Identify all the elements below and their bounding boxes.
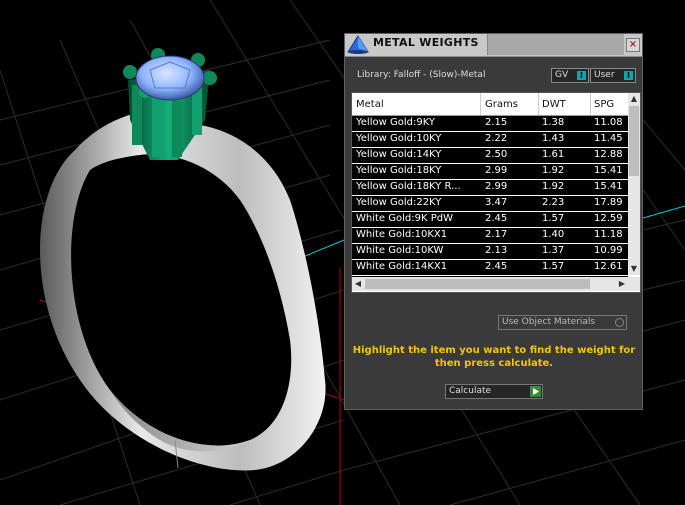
cell-spg: 17.89 [594,197,623,208]
arrow-right-icon[interactable]: ▶ [616,277,628,291]
titlebar-drag-area[interactable] [487,34,624,55]
cell-dwt: 1.57 [542,213,565,224]
table-body: Yellow Gold:9KY 2.15 1.38 11.08 Yellow Gold:… [352,116,628,292]
cell-spg: 12.88 [594,149,623,160]
cyan-axis-right [642,205,685,219]
instruction-text: Highlight the item you want to find the … [352,345,636,369]
user-toggle[interactable]: User I [590,68,636,83]
cell-metal: Yellow Gold:18KY R... [356,181,461,192]
table-row[interactable]: Yellow Gold:9KY 2.15 1.38 11.08 [352,116,628,131]
column-header-grams[interactable]: Grams [485,99,518,110]
use-object-materials-toggle[interactable]: Use Object Materials [498,315,627,330]
column-header-dwt[interactable]: DWT [542,99,566,110]
calculate-label: Calculate [449,386,492,396]
ring-band [40,110,326,471]
cell-spg: 11.18 [594,229,623,240]
panel-titlebar[interactable]: METAL WEIGHTS × [345,34,642,57]
cell-spg: 12.59 [594,213,623,224]
cell-dwt: 2.23 [542,197,565,208]
gv-label: GV [555,70,569,80]
gv-indicator-icon: I [577,71,586,80]
cell-grams: 2.15 [485,117,508,128]
pyramid-icon [347,35,369,54]
cell-metal: Yellow Gold:10KY [356,133,442,144]
table-row[interactable]: White Gold:14KX1 2.45 1.57 12.61 [352,260,628,275]
cell-dwt: 1.43 [542,133,565,144]
cell-dwt: 1.61 [542,149,565,160]
table-row[interactable]: Yellow Gold:10KY 2.22 1.43 11.45 [352,132,628,147]
cell-spg: 12.61 [594,261,623,272]
vertical-scroll-thumb[interactable] [629,106,639,176]
use-object-materials-label: Use Object Materials [502,317,596,327]
close-button[interactable]: × [626,38,640,52]
user-label: User [594,70,615,80]
arrow-up-icon[interactable]: ▲ [628,93,640,105]
cell-grams: 2.45 [485,261,508,272]
cell-dwt: 1.37 [542,245,565,256]
cell-metal: Yellow Gold:14KY [356,149,442,160]
cell-grams: 2.99 [485,181,508,192]
cell-metal: White Gold:10KW [356,245,444,256]
cell-dwt: 1.92 [542,165,565,176]
table-row[interactable]: Yellow Gold:22KY 3.47 2.23 17.89 [352,196,628,211]
table-row[interactable]: White Gold:10KW 2.13 1.37 10.99 [352,244,628,259]
cell-metal: White Gold:9K PdW [356,213,453,224]
column-divider[interactable] [590,93,591,115]
cell-metal: White Gold:10KX1 [356,229,448,240]
gemstone [135,55,205,101]
cell-spg: 10.99 [594,245,623,256]
cell-grams: 2.17 [485,229,508,240]
column-header-spg[interactable]: SPG [594,99,614,110]
table-row[interactable]: White Gold:10KX1 2.17 1.40 11.18 [352,228,628,243]
calculate-button[interactable]: Calculate [445,384,543,399]
panel-title: METAL WEIGHTS [373,36,479,49]
cell-metal: Yellow Gold:9KY [356,117,435,128]
cell-grams: 2.50 [485,149,508,160]
cell-grams: 3.47 [485,197,508,208]
column-divider[interactable] [538,93,539,115]
table-header: Metal Grams DWT SPG [352,93,628,116]
horizontal-scroll-thumb[interactable] [365,279,590,289]
horizontal-scrollbar[interactable]: ◀ ▶ [352,277,640,291]
arrow-left-icon[interactable]: ◀ [352,277,364,291]
radio-indicator-icon [615,318,624,327]
cell-dwt: 1.40 [542,229,565,240]
cell-dwt: 1.38 [542,117,565,128]
cell-spg: 11.45 [594,133,623,144]
cell-spg: 11.08 [594,117,623,128]
cell-metal: Yellow Gold:18KY [356,165,442,176]
cell-grams: 2.13 [485,245,508,256]
metal-table: Metal Grams DWT SPG Yellow Gold:9KY 2.15 1… [351,92,641,293]
cell-dwt: 1.92 [542,181,565,192]
cell-spg: 15.41 [594,165,623,176]
library-label: Library: Falloff - (Slow)-Metal [357,70,486,80]
cell-spg: 15.41 [594,181,623,192]
cell-metal: Yellow Gold:22KY [356,197,442,208]
metal-weights-panel: METAL WEIGHTS × Library: Falloff - (Slow… [344,33,643,410]
arrow-down-icon[interactable]: ▼ [628,263,640,275]
vertical-scrollbar[interactable]: ▲ ▼ [628,93,640,275]
cell-grams: 2.45 [485,213,508,224]
cell-grams: 2.99 [485,165,508,176]
play-icon [530,386,541,397]
table-row[interactable]: Yellow Gold:18KY 2.99 1.92 15.41 [352,164,628,179]
gv-toggle[interactable]: GV I [551,68,589,83]
user-indicator-icon: I [624,71,633,80]
table-row[interactable]: White Gold:9K PdW 2.45 1.57 12.59 [352,212,628,227]
cell-grams: 2.22 [485,133,508,144]
column-header-metal[interactable]: Metal [356,99,384,110]
table-row[interactable]: Yellow Gold:18KY R... 2.99 1.92 15.41 [352,180,628,195]
column-divider[interactable] [480,93,481,115]
cell-metal: White Gold:14KX1 [356,261,448,272]
table-row[interactable]: Yellow Gold:14KY 2.50 1.61 12.88 [352,148,628,163]
cell-dwt: 1.57 [542,261,565,272]
